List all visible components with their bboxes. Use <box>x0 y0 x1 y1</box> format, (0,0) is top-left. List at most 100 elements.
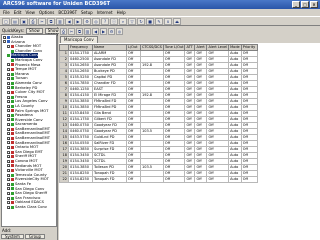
refresh-icon[interactable]: ↻ <box>137 18 145 25</box>
table-cell[interactable]: 0453.5750 <box>68 134 93 141</box>
system-tree[interactable]: + Alaska - Arizona - Chandler MOT Chandler Con… <box>1 34 57 227</box>
menu-help[interactable]: Help <box>117 9 126 16</box>
move-down-icon[interactable]: ▥ <box>84 28 91 35</box>
table-row[interactable]: 22 0154.8250 Tonopah FD Off Off Off Off Off Auto… <box>59 176 258 183</box>
expand-icon[interactable]: + <box>7 132 11 136</box>
expand-icon[interactable]: + <box>7 178 11 182</box>
table-cell[interactable]: 0154.8250 <box>68 170 93 177</box>
globe-icon[interactable]: ◎ <box>92 18 100 25</box>
table-cell[interactable] <box>140 176 164 183</box>
move-up-icon[interactable]: ⧉ <box>76 28 83 35</box>
sort-icon[interactable]: ◀ <box>92 28 99 35</box>
table-cell[interactable]: 0154.3850 <box>68 98 93 105</box>
table-cell[interactable]: 0154.3450 <box>68 152 93 159</box>
read-icon[interactable]: ◀ <box>65 18 73 25</box>
table-cell[interactable]: 0154.2650 <box>68 62 93 69</box>
expand-icon[interactable]: + <box>7 155 11 159</box>
table-cell[interactable]: 0460.0750 <box>68 128 93 135</box>
menu-file[interactable]: File <box>3 9 10 16</box>
search-icon[interactable]: ⌕ <box>119 18 127 25</box>
tools-icon[interactable]: ✎ <box>155 18 163 25</box>
expand-icon[interactable]: + <box>7 77 11 81</box>
maximize-button[interactable]: □ <box>301 1 309 8</box>
table-cell[interactable]: 0154.8250 <box>68 176 93 183</box>
expand-icon[interactable]: + <box>7 90 11 94</box>
add-system-button[interactable]: System <box>1 234 24 239</box>
table-cell[interactable]: 0154.1750 <box>68 50 93 57</box>
expand-icon[interactable]: + <box>7 104 11 108</box>
table-cell[interactable]: 0155.5250 <box>68 74 93 81</box>
expand-icon[interactable]: + <box>7 123 11 127</box>
table-cell[interactable]: Tonopah FD <box>92 176 127 183</box>
table-cell[interactable]: 0460.2500 <box>68 56 93 63</box>
column-header[interactable]: Mode <box>228 44 242 51</box>
help-icon[interactable]: ? <box>101 18 109 25</box>
save-icon[interactable]: ▣ <box>20 18 28 25</box>
filter-icon[interactable]: ▽ <box>128 18 136 25</box>
table-cell[interactable]: 0154.3450 <box>68 158 93 165</box>
expand-icon[interactable]: + <box>7 187 11 191</box>
table-cell[interactable]: Off <box>162 176 186 183</box>
table-cell[interactable]: Off <box>206 176 230 183</box>
table-cell[interactable]: 0460.0750 <box>68 122 93 129</box>
menu-options[interactable]: Options <box>39 9 54 16</box>
table-cell[interactable]: 0154.0550 <box>68 140 93 147</box>
settings-icon[interactable]: ⚙ <box>83 18 91 25</box>
copy-row-icon[interactable]: ▶ <box>100 28 107 35</box>
expand-icon[interactable]: + <box>7 67 11 71</box>
tab-group[interactable]: Maricopa Conv <box>60 36 98 43</box>
menu-edit[interactable]: Edit <box>14 9 22 16</box>
expand-icon[interactable]: + <box>7 169 11 173</box>
column-header[interactable]: Priority <box>240 44 258 51</box>
add-group-button[interactable]: Group <box>24 234 46 239</box>
expand-icon[interactable]: + <box>7 141 11 145</box>
about-icon[interactable]: ⓘ <box>110 18 118 25</box>
table-cell[interactable]: 0460.1250 <box>68 86 93 93</box>
delete-row-icon[interactable]: ✂ <box>68 28 75 35</box>
expand-icon[interactable]: + <box>7 191 11 195</box>
menu-internet[interactable]: Internet <box>97 9 113 16</box>
paste-row-icon[interactable]: ⚙ <box>108 28 115 35</box>
table-cell[interactable]: 0154.4150 <box>68 92 93 99</box>
expand-icon[interactable]: + <box>7 72 11 76</box>
table-cell[interactable]: 0153.8450 <box>68 110 93 117</box>
exit-icon[interactable]: ⏏ <box>173 18 181 25</box>
expand-icon[interactable]: + <box>7 63 11 67</box>
expand-icon[interactable]: + <box>7 196 11 200</box>
collapse-icon[interactable]: - <box>3 40 6 44</box>
expand-icon[interactable]: + <box>7 173 11 177</box>
show-button[interactable]: Show <box>26 27 43 34</box>
write-icon[interactable]: ▶ <box>74 18 82 25</box>
expand-icon[interactable]: + <box>7 95 11 99</box>
table-cell[interactable]: 0154.3850 <box>68 146 93 153</box>
table-cell[interactable]: 0154.3850 <box>68 164 93 171</box>
new-icon[interactable]: ▢ <box>2 18 10 25</box>
print-icon[interactable]: ⎙ <box>29 18 37 25</box>
table-cell[interactable]: Auto <box>228 176 242 183</box>
table-cell[interactable]: Off <box>194 176 208 183</box>
expand-icon[interactable]: + <box>7 109 11 113</box>
expand-icon[interactable]: + <box>7 164 11 168</box>
menu-setup[interactable]: Setup <box>81 9 93 16</box>
table-cell[interactable]: Off <box>184 176 196 183</box>
table-cell[interactable]: Off <box>126 176 141 183</box>
expand-icon[interactable]: + <box>7 100 11 104</box>
table-cell[interactable]: 0154.1750 <box>68 116 93 123</box>
expand-icon[interactable]: + <box>7 127 11 131</box>
expand-icon[interactable]: + <box>7 150 11 154</box>
column-header[interactable]: Tone L/Out <box>162 44 186 51</box>
expand-icon[interactable]: + <box>7 205 11 209</box>
find-icon[interactable]: ◎ <box>116 28 123 35</box>
table-cell[interactable]: 0154.2650 <box>68 68 93 75</box>
column-header[interactable]: Alert Level <box>206 44 230 51</box>
expand-icon[interactable]: + <box>7 86 11 90</box>
expand-icon[interactable]: + <box>7 81 11 85</box>
stop-icon[interactable]: ■ <box>146 18 154 25</box>
expand-icon[interactable]: + <box>7 136 11 140</box>
expand-icon[interactable]: + <box>7 113 11 117</box>
channel-grid[interactable]: Frequency Name L/Out CTCSS/DCS Tone L/Out ATT… <box>59 44 320 240</box>
table-cell[interactable]: Off <box>240 176 258 183</box>
tree-item[interactable]: + Santa Clara Conv <box>2 205 56 210</box>
info-icon[interactable]: ℹ <box>164 18 172 25</box>
minimize-button[interactable]: _ <box>292 1 300 8</box>
